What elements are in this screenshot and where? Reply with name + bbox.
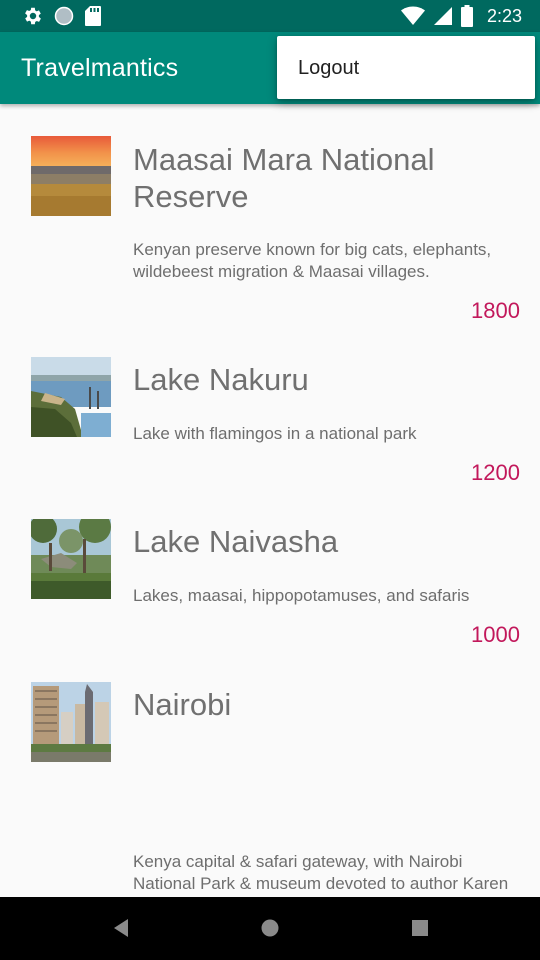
sd-card-icon xyxy=(84,5,102,27)
battery-icon xyxy=(460,5,473,27)
wifi-icon xyxy=(400,6,425,26)
recents-icon[interactable] xyxy=(410,917,430,944)
deal-description: Lakes, maasai, hippopotamuses, and safar… xyxy=(133,586,470,605)
deal-title: Lake Naivasha xyxy=(133,524,339,559)
settings-icon xyxy=(22,5,44,27)
swamp-trees-photo xyxy=(31,519,111,599)
overflow-menu: Logout xyxy=(277,36,535,99)
circle-icon xyxy=(54,6,74,26)
logout-menu-item[interactable]: Logout xyxy=(298,57,359,79)
lake-shore-photo xyxy=(31,357,111,437)
signal-icon xyxy=(433,6,453,26)
list-item[interactable]: Nairobi Kenya capital & safari gateway, … xyxy=(0,648,540,956)
deal-title: Maasai Mara National Reserve xyxy=(133,142,435,214)
deal-description: Kenyan preserve known for big cats, elep… xyxy=(133,240,492,281)
savanna-sunset-photo xyxy=(31,136,111,216)
status-time: 2:23 xyxy=(486,6,522,26)
home-icon[interactable] xyxy=(259,917,281,944)
navigation-bar xyxy=(0,897,540,960)
list-item[interactable]: Lake Naivasha Lakes, maasai, hippopotamu… xyxy=(0,486,540,648)
deal-title: Lake Nakuru xyxy=(133,362,309,397)
city-skyline-photo xyxy=(31,682,111,762)
deal-price: 1000 xyxy=(471,622,520,647)
deal-title: Nairobi xyxy=(133,687,232,722)
deal-price: 1200 xyxy=(471,460,520,485)
deal-description: Lake with flamingos in a national park xyxy=(133,424,417,443)
list-item[interactable]: Lake Nakuru Lake with flamingos in a nat… xyxy=(0,324,540,486)
status-bar: 2:23 xyxy=(0,0,540,32)
deal-price: 1800 xyxy=(471,298,520,323)
list-item[interactable]: Maasai Mara National Reserve Kenyan pres… xyxy=(0,104,540,324)
back-icon[interactable] xyxy=(111,917,131,944)
app-title: Travelmantics xyxy=(21,54,179,82)
